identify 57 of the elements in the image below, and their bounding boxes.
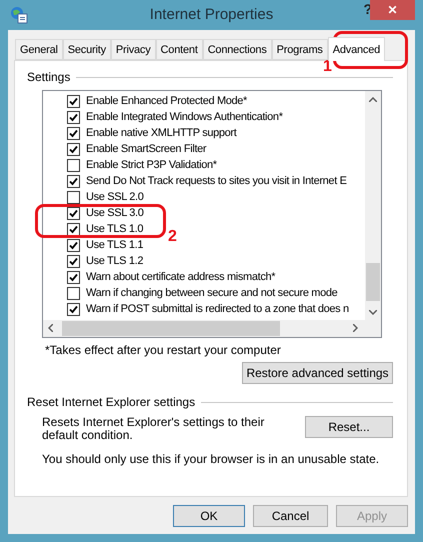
setting-label: Use TLS 1.2 <box>86 255 144 267</box>
checkbox[interactable] <box>67 254 80 268</box>
checkbox[interactable] <box>67 206 80 220</box>
group-label: Settings <box>27 70 70 84</box>
app-icon <box>10 6 28 24</box>
setting-label: Enable SmartScreen Filter <box>86 143 206 155</box>
checkbox[interactable] <box>67 286 80 300</box>
setting-label: Send Do Not Track requests to sites you visit in Internet E <box>86 175 347 187</box>
checkbox[interactable] <box>67 238 80 252</box>
scroll-up-icon[interactable] <box>369 97 377 102</box>
scroll-right-icon[interactable] <box>353 324 358 332</box>
restore-advanced-settings-button[interactable]: Restore advanced settings <box>242 362 393 384</box>
scroll-left-icon[interactable] <box>48 324 53 332</box>
setting-label: Enable Integrated Windows Authentication* <box>86 111 283 123</box>
dialog-button[interactable]: OK <box>173 505 245 527</box>
callout-number: 2 <box>168 228 177 246</box>
reset-description: Resets Internet Explorer's settings to their default condition. <box>42 416 266 442</box>
scrollbar-thumb[interactable] <box>366 263 380 301</box>
footnote: *Takes effect after you restart your computer <box>45 343 282 357</box>
group-label: Reset Internet Explorer settings <box>27 395 196 409</box>
tab[interactable]: Advanced <box>328 37 386 61</box>
setting-label: Use TLS 1.1 <box>86 239 144 251</box>
reset-warning: You should only use this if your browser is in an unusable state. <box>42 452 380 466</box>
setting-label: Use SSL 3.0 <box>86 207 144 219</box>
tab[interactable]: Content <box>156 39 203 60</box>
tab[interactable]: Connections <box>202 39 272 60</box>
checkbox[interactable] <box>67 94 80 108</box>
callout-number: 1 <box>323 58 332 76</box>
setting-label: Use SSL 2.0 <box>86 191 144 203</box>
checkbox[interactable] <box>67 110 80 124</box>
checkbox[interactable] <box>67 174 80 188</box>
vertical-scrollbar[interactable] <box>365 91 381 320</box>
setting-label: Enable Enhanced Protected Mode* <box>86 95 247 107</box>
checkbox[interactable] <box>67 158 80 172</box>
scrollbar-thumb[interactable] <box>62 321 280 336</box>
checkbox[interactable] <box>67 222 80 236</box>
tab[interactable]: General <box>15 39 63 60</box>
reset-button[interactable]: Reset... <box>305 416 393 438</box>
window-title: Internet Properties <box>148 6 274 23</box>
tab[interactable]: Programs <box>272 39 328 60</box>
scroll-down-icon[interactable] <box>369 310 377 315</box>
tab[interactable]: Privacy <box>110 39 156 60</box>
setting-label: Warn if changing between secure and not secure mode <box>86 287 338 299</box>
checkbox[interactable] <box>67 126 80 140</box>
horizontal-scrollbar[interactable] <box>43 320 365 337</box>
checkbox[interactable] <box>67 302 80 316</box>
checkbox[interactable] <box>67 142 80 156</box>
close-button[interactable]: ✕ <box>370 0 415 20</box>
checkbox[interactable] <box>67 270 80 284</box>
setting-label: Warn about certificate address mismatch* <box>86 271 276 283</box>
setting-label: Enable native XMLHTTP support <box>86 127 236 139</box>
setting-label: Use TLS 1.0 <box>86 223 144 235</box>
checkbox[interactable] <box>67 190 80 204</box>
setting-label: Enable Strict P3P Validation* <box>86 159 217 171</box>
dialog-button[interactable]: Cancel <box>253 505 328 527</box>
tab[interactable]: Security <box>62 39 111 60</box>
setting-label: Warn if POST submittal is redirected to a zone that does n <box>86 303 349 315</box>
